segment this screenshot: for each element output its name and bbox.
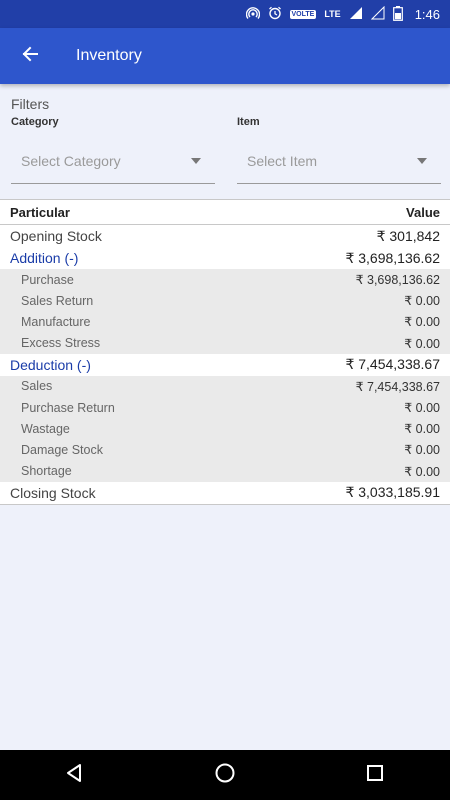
row-value: ₹ 0.00 xyxy=(404,294,440,309)
table-row: Shortage ₹ 0.00 xyxy=(0,460,450,482)
header-value: Value xyxy=(406,204,440,220)
row-label: Shortage xyxy=(21,464,72,479)
table-row: Sales ₹ 7,454,338.67 xyxy=(0,375,450,397)
table-row: Purchase Return ₹ 0.00 xyxy=(0,396,450,419)
status-bar: VOLTE LTE 1:46 xyxy=(0,0,450,28)
category-select[interactable]: Select Category xyxy=(11,138,215,184)
header-particular: Particular xyxy=(10,204,70,220)
row-value: ₹ 3,698,136.62 xyxy=(355,273,440,288)
nav-recents-button[interactable] xyxy=(350,750,400,800)
row-label: Excess Stress xyxy=(21,336,101,351)
closing-stock-row: Closing Stock ₹ 3,033,185.91 xyxy=(0,481,450,504)
battery-icon xyxy=(392,5,403,23)
table-row: Purchase ₹ 3,698,136.62 xyxy=(0,269,450,291)
filter-row: Category Select Category Item Select Ite… xyxy=(11,116,441,184)
row-value: ₹ 7,454,338.67 xyxy=(355,379,440,394)
signal-icon xyxy=(349,6,363,22)
lte-label: LTE xyxy=(324,9,341,19)
deduction-row: Deduction (-) ₹ 7,454,338.67 xyxy=(0,353,450,376)
signal-outline-icon xyxy=(370,5,385,22)
row-label: Sales Return xyxy=(21,293,94,308)
table-row: Sales Return ₹ 0.00 xyxy=(0,290,450,312)
item-placeholder: Select Item xyxy=(247,152,318,169)
addition-row: Addition (-) ₹ 3,698,136.62 xyxy=(0,247,450,269)
row-value: ₹ 7,454,338.67 xyxy=(345,356,440,373)
row-value: ₹ 301,842 xyxy=(376,227,440,244)
app-bar: Inventory xyxy=(0,28,450,84)
item-filter: Item Select Item xyxy=(237,116,441,184)
row-value: ₹ 0.00 xyxy=(404,443,440,458)
row-value: ₹ 0.00 xyxy=(404,464,440,479)
row-label: Closing Stock xyxy=(10,484,96,501)
status-time: 1:46 xyxy=(414,6,440,22)
row-value: ₹ 3,698,136.62 xyxy=(345,249,440,266)
item-select[interactable]: Select Item xyxy=(237,138,441,184)
table-row: Wastage ₹ 0.00 xyxy=(0,418,450,440)
filters-title: Filters xyxy=(11,96,50,112)
chevron-down-icon xyxy=(417,157,427,164)
recents-square-icon xyxy=(366,764,384,787)
row-label: Manufacture xyxy=(21,314,91,329)
back-triangle-icon xyxy=(65,763,85,788)
volte-badge: VOLTE xyxy=(289,9,317,19)
category-filter: Category Select Category xyxy=(11,116,215,184)
item-label: Item xyxy=(237,116,260,128)
row-label: Purchase Return xyxy=(21,400,115,415)
filters-section: Filters Category Select Category Item Se… xyxy=(11,96,441,184)
home-circle-icon xyxy=(214,762,236,789)
back-arrow-icon xyxy=(21,45,39,68)
nav-home-button[interactable] xyxy=(200,750,250,800)
row-value: ₹ 0.00 xyxy=(404,336,440,351)
row-label: Addition (-) xyxy=(10,250,79,266)
row-label: Purchase xyxy=(21,272,74,287)
row-label: Wastage xyxy=(21,421,70,436)
table-row: Damage Stock ₹ 0.00 xyxy=(0,439,450,461)
row-label: Opening Stock xyxy=(10,228,102,244)
hotspot-icon xyxy=(245,6,260,22)
system-nav-bar xyxy=(0,750,450,800)
category-placeholder: Select Category xyxy=(21,152,121,169)
row-label: Sales xyxy=(21,379,53,394)
row-value: ₹ 0.00 xyxy=(404,422,440,437)
row-label: Deduction (-) xyxy=(10,356,91,373)
row-value: ₹ 0.00 xyxy=(404,315,440,330)
opening-stock-row: Opening Stock ₹ 301,842 xyxy=(0,225,450,247)
chevron-down-icon xyxy=(191,157,201,164)
table-row: Manufacture ₹ 0.00 xyxy=(0,311,450,333)
nav-back-button[interactable] xyxy=(50,750,100,800)
back-button[interactable] xyxy=(0,28,60,84)
table-row: Excess Stress ₹ 0.00 xyxy=(0,332,450,354)
table-header: Particular Value xyxy=(0,200,450,225)
row-value: ₹ 0.00 xyxy=(404,401,440,416)
category-label: Category xyxy=(11,116,59,128)
row-label: Damage Stock xyxy=(21,442,103,457)
inventory-table: Particular Value Opening Stock ₹ 301,842… xyxy=(0,199,450,505)
alarm-icon xyxy=(268,6,282,22)
page-title: Inventory xyxy=(76,47,142,64)
row-value: ₹ 3,033,185.91 xyxy=(345,484,440,501)
